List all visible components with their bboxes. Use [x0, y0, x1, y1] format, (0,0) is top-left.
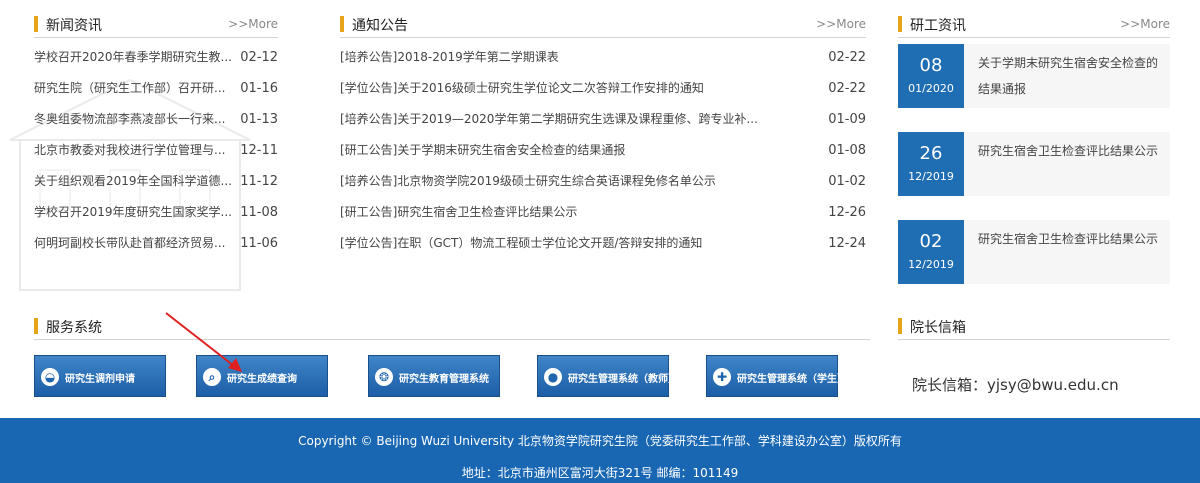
list-item[interactable]: [学位公告]关于2016级硕士研究生学位论文二次答辩工作安排的通知 02-22 — [340, 73, 866, 104]
list-item[interactable]: [培养公告]北京物资学院2019级硕士研究生综合英语课程免修名单公示 01-02 — [340, 166, 866, 197]
plus-circle-icon: ✚ — [713, 368, 731, 386]
section-marker — [340, 16, 344, 32]
service-button-label: 研究生管理系统（学生） — [737, 374, 847, 385]
notices-title: 通知公告 — [352, 18, 408, 34]
yangong-item[interactable]: 08 01/2020 关于学期末研究生宿舍安全检查的结果通报 — [898, 44, 1170, 108]
yangong-item[interactable]: 02 12/2019 研究生宿舍卫生检查评比结果公示 — [898, 220, 1170, 284]
list-item[interactable]: 北京市教委对我校进行学位管理与... 12-11 — [34, 135, 278, 166]
section-marker — [898, 16, 902, 32]
notice-item-date: 01-09 — [828, 112, 866, 127]
list-item[interactable]: [研工公告]关于学期末研究生宿舍安全检查的结果通报 01-08 — [340, 135, 866, 166]
list-item[interactable]: [学位公告]在职（GCT）物流工程硕士学位论文开题/答辩安排的通知 12-24 — [340, 228, 866, 259]
notice-item-title[interactable]: [培养公告]北京物资学院2019级硕士研究生综合英语课程免修名单公示 — [340, 166, 810, 197]
list-item[interactable]: 何明珂副校长带队赴首都经济贸易... 11-06 — [34, 228, 278, 259]
user-icon: ● — [544, 368, 562, 386]
footer-address: 地址：北京市通州区富河大街321号 邮编：101149 — [461, 466, 739, 480]
news-item-title[interactable]: 学校召开2019年度研究生国家奖学... — [34, 197, 252, 228]
notice-item-title[interactable]: [培养公告]2018-2019学年第二学期课表 — [340, 42, 810, 73]
news-item-title[interactable]: 何明珂副校长带队赴首都经济贸易... — [34, 228, 252, 259]
service-button-teacher-system[interactable]: ● 研究生管理系统（教师） — [537, 355, 678, 397]
date-month-year: 12/2019 — [908, 170, 954, 183]
news-list: 学校召开2020年春季学期研究生教... 02-12 研究生院（研究生工作部）召开… — [34, 42, 278, 259]
mailbox-address[interactable]: 院长信箱：yjsy@bwu.edu.cn — [912, 374, 1119, 395]
notices-header: 通知公告 >>More — [340, 14, 866, 38]
date-month-year: 01/2020 — [908, 82, 954, 95]
section-marker — [898, 318, 902, 334]
section-marker — [34, 318, 38, 334]
list-item[interactable]: 研究生院（研究生工作部）召开研... 01-16 — [34, 73, 278, 104]
notice-item-date: 01-02 — [828, 174, 866, 189]
news-header: 新闻资讯 >>More — [34, 14, 278, 38]
news-item-title[interactable]: 学校召开2020年春季学期研究生教... — [34, 42, 252, 73]
services-list: ◒ 研究生调剂申请 ⌕ 研究生成绩查询 ❂ 研究生教育管理系统 ● 研究生管理系… — [34, 355, 854, 397]
list-item[interactable]: 学校召开2020年春季学期研究生教... 02-12 — [34, 42, 278, 73]
news-item-date: 02-12 — [240, 50, 278, 65]
service-button-student-system[interactable]: ✚ 研究生管理系统（学生） — [706, 355, 847, 397]
date-day: 08 — [919, 55, 943, 76]
list-item[interactable]: [培养公告]关于2019—2020学年第二学期研究生选课及课程重修、跨专业补..… — [340, 104, 866, 135]
notice-item-title[interactable]: [学位公告]在职（GCT）物流工程硕士学位论文开题/答辩安排的通知 — [340, 228, 810, 259]
yangong-item-title[interactable]: 研究生宿舍卫生检查评比结果公示 — [978, 226, 1168, 252]
news-item-date: 12-11 — [240, 143, 278, 158]
notice-item-title[interactable]: [研工公告]研究生宿舍卫生检查评比结果公示 — [340, 197, 810, 228]
notice-item-title[interactable]: [学位公告]关于2016级硕士研究生学位论文二次答辩工作安排的通知 — [340, 73, 810, 104]
notices-more-link[interactable]: >>More — [816, 17, 866, 31]
notice-item-date: 12-26 — [828, 205, 866, 220]
news-title: 新闻资讯 — [46, 18, 102, 34]
service-button-label: 研究生管理系统（教师） — [568, 374, 678, 385]
yangong-title: 研工资讯 — [910, 18, 966, 34]
news-item-title[interactable]: 冬奥组委物流部李燕凌部长一行来... — [34, 104, 252, 135]
yangong-item-title[interactable]: 关于学期末研究生宿舍安全检查的结果通报 — [978, 50, 1168, 102]
notice-item-title[interactable]: [研工公告]关于学期末研究生宿舍安全检查的结果通报 — [340, 135, 810, 166]
service-button-label: 研究生成绩查询 — [227, 374, 297, 385]
news-item-date: 11-08 — [240, 205, 278, 220]
yangong-more-link[interactable]: >>More — [1120, 17, 1170, 31]
list-item[interactable]: 关于组织观看2019年全国科学道德... 11-12 — [34, 166, 278, 197]
yangong-item[interactable]: 26 12/2019 研究生宿舍卫生检查评比结果公示 — [898, 132, 1170, 196]
service-button-label: 研究生调剂申请 — [65, 374, 135, 385]
service-button-label: 研究生教育管理系统 — [399, 374, 489, 385]
news-item-title[interactable]: 北京市教委对我校进行学位管理与... — [34, 135, 252, 166]
mailbox-title: 院长信箱 — [910, 320, 966, 336]
notice-item-title[interactable]: [培养公告]关于2019—2020学年第二学期研究生选课及课程重修、跨专业补..… — [340, 104, 810, 135]
date-day: 26 — [919, 143, 943, 164]
services-title: 服务系统 — [46, 320, 102, 336]
service-button-education-system[interactable]: ❂ 研究生教育管理系统 — [368, 355, 500, 397]
date-day: 02 — [919, 231, 943, 252]
date-block: 02 12/2019 — [898, 220, 964, 284]
notice-item-date: 02-22 — [828, 81, 866, 96]
date-month-year: 12/2019 — [908, 258, 954, 271]
news-item-date: 01-16 — [240, 81, 278, 96]
list-item[interactable]: [培养公告]2018-2019学年第二学期课表 02-22 — [340, 42, 866, 73]
news-more-link[interactable]: >>More — [228, 17, 278, 31]
notices-list: [培养公告]2018-2019学年第二学期课表 02-22 [学位公告]关于201… — [340, 42, 866, 259]
date-block: 26 12/2019 — [898, 132, 964, 196]
yangong-item-title[interactable]: 研究生宿舍卫生检查评比结果公示 — [978, 138, 1168, 164]
services-header: 服务系统 — [34, 316, 870, 340]
news-item-title[interactable]: 关于组织观看2019年全国科学道德... — [34, 166, 252, 197]
mailbox-header: 院长信箱 — [898, 316, 1170, 340]
section-marker — [34, 16, 38, 32]
footer-copyright: Copyright © Beijing Wuzi University 北京物资… — [298, 434, 902, 448]
news-item-date: 11-06 — [240, 236, 278, 251]
notice-item-date: 01-08 — [828, 143, 866, 158]
notice-item-date: 02-22 — [828, 50, 866, 65]
news-item-title[interactable]: 研究生院（研究生工作部）召开研... — [34, 73, 252, 104]
list-item[interactable]: 冬奥组委物流部李燕凌部长一行来... 01-13 — [34, 104, 278, 135]
aperture-icon: ❂ — [375, 368, 393, 386]
service-button-adjustment[interactable]: ◒ 研究生调剂申请 — [34, 355, 166, 397]
graduation-cap-icon: ◒ — [41, 368, 59, 386]
news-item-date: 01-13 — [240, 112, 278, 127]
list-item[interactable]: [研工公告]研究生宿舍卫生检查评比结果公示 12-26 — [340, 197, 866, 228]
notice-item-date: 12-24 — [828, 236, 866, 251]
service-button-grades[interactable]: ⌕ 研究生成绩查询 — [196, 355, 328, 397]
news-item-date: 11-12 — [240, 174, 278, 189]
list-item[interactable]: 学校召开2019年度研究生国家奖学... 11-08 — [34, 197, 278, 228]
search-icon: ⌕ — [203, 368, 221, 386]
date-block: 08 01/2020 — [898, 44, 964, 108]
footer: Copyright © Beijing Wuzi University 北京物资… — [0, 418, 1200, 483]
yangong-header: 研工资讯 >>More — [898, 14, 1170, 38]
